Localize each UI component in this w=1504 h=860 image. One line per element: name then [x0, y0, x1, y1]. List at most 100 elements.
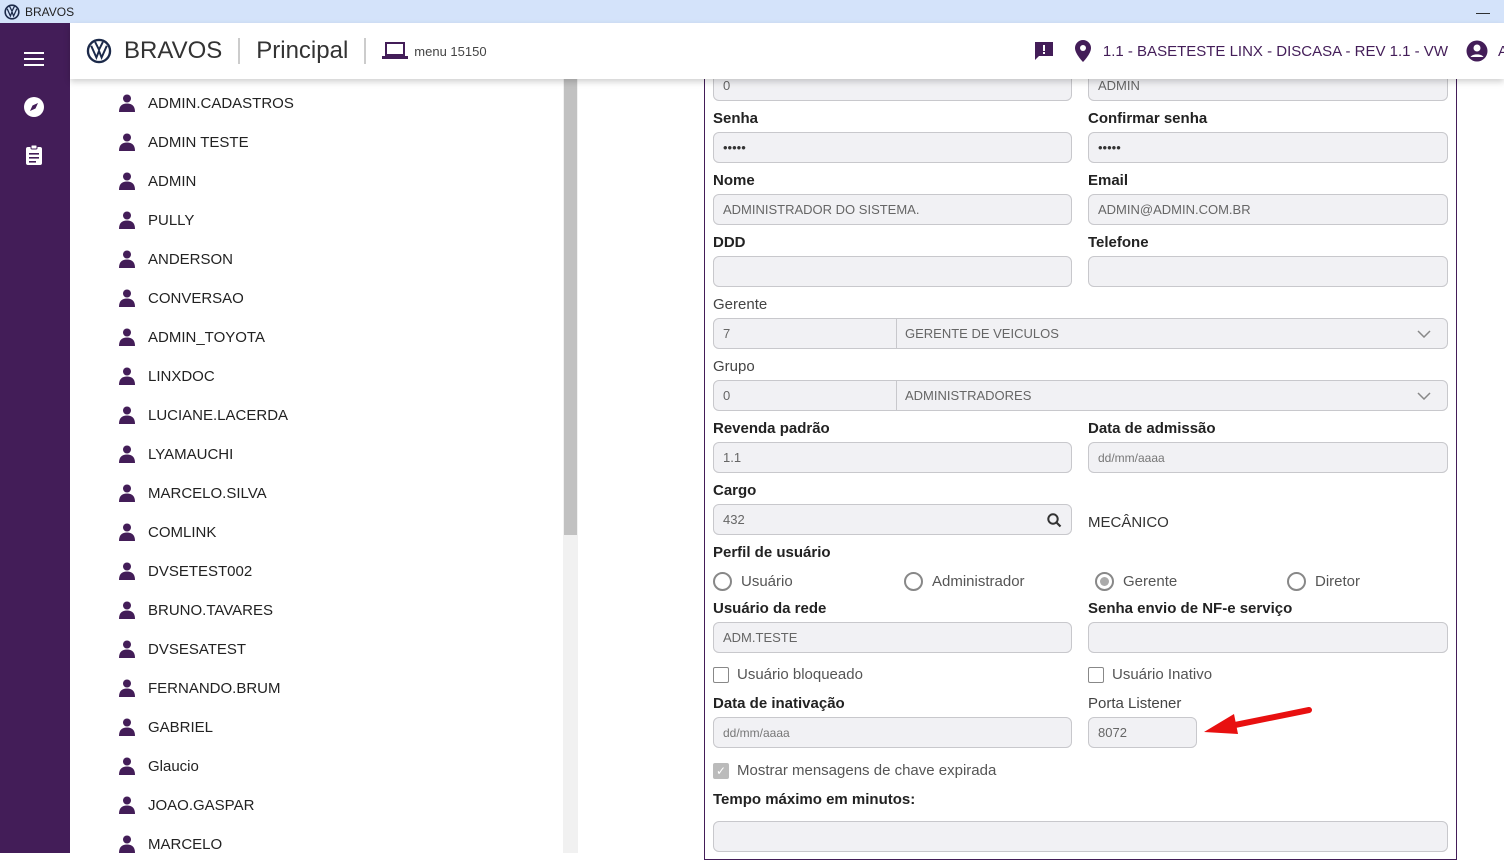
app-header: BRAVOS Principal menu 15150 1.1 - BASETE… — [70, 23, 1504, 79]
search-icon[interactable] — [1047, 513, 1062, 528]
user-account-icon[interactable] — [1466, 40, 1488, 62]
page-title: Principal — [256, 37, 349, 64]
tempo-label: Tempo máximo em minutos: — [713, 791, 916, 808]
perfil-radio-administrador[interactable]: Administrador — [904, 572, 1025, 591]
gerente-select[interactable]: 7 GERENTE DE VEICULOS — [713, 318, 1448, 349]
senha-nfe-label: Senha envio de NF-e serviço — [1088, 600, 1293, 617]
user-icon — [119, 796, 135, 814]
user-list-item[interactable]: BRUNO.TAVARES — [118, 598, 273, 622]
location-pin-icon — [1074, 40, 1091, 62]
store-location[interactable]: 1.1 - BASETESTE LINX - DISCASA - REV 1.1… — [1103, 43, 1448, 60]
user-icon — [119, 250, 135, 268]
feedback-icon[interactable] — [1033, 40, 1055, 62]
user-list-item[interactable]: ANDERSON — [118, 247, 233, 271]
email-label: Email — [1088, 172, 1129, 189]
user-name: MARCELO.SILVA — [148, 484, 267, 502]
user-list-item[interactable]: MARCELO.SILVA — [118, 481, 267, 505]
porta-label: Porta Listener — [1088, 695, 1182, 712]
user-name: MARCELO — [148, 835, 223, 853]
user-list-item[interactable]: DVSETEST002 — [118, 559, 252, 583]
nome-input[interactable]: ADMINISTRADOR DO SISTEMA. — [713, 194, 1072, 225]
brand-name: BRAVOS — [124, 37, 223, 64]
user-name: ADMIN — [148, 172, 197, 190]
chevron-down-icon[interactable] — [1417, 327, 1447, 341]
inativacao-date-input[interactable]: dd/mm/aaaa — [713, 717, 1072, 748]
perfil-radio-diretor[interactable]: Diretor — [1287, 572, 1360, 591]
minimize-button[interactable]: — — [1476, 4, 1490, 20]
ddd-input[interactable] — [713, 256, 1072, 287]
user-name[interactable]: A — [1498, 43, 1504, 60]
user-list-item[interactable]: ADMIN — [118, 169, 196, 193]
grupo-code[interactable]: 0 — [714, 381, 897, 410]
user-icon — [119, 289, 135, 307]
user-name: CONVERSAO — [148, 289, 244, 307]
chevron-down-icon[interactable] — [1417, 389, 1447, 403]
admissao-date-input[interactable]: dd/mm/aaaa — [1088, 442, 1448, 473]
user-list-item[interactable]: ADMIN.CADASTROS — [118, 91, 294, 115]
scrollbar-thumb[interactable] — [564, 79, 577, 535]
user-icon — [119, 679, 135, 697]
user-list-item[interactable]: ADMIN_TOYOTA — [118, 325, 265, 349]
perfil-radio-gerente[interactable]: Gerente — [1095, 572, 1177, 591]
user-list-item[interactable]: CONVERSAO — [118, 286, 244, 310]
user-list-item[interactable]: PULLY — [118, 208, 194, 232]
user-list-item[interactable]: LINXDOC — [118, 364, 215, 388]
user-icon — [119, 484, 135, 502]
grupo-select[interactable]: 0 ADMINISTRADORES — [713, 380, 1448, 411]
user-list-item[interactable]: GABRIEL — [118, 715, 213, 739]
usuario-rede-label: Usuário da rede — [713, 600, 827, 617]
perfil-label: Perfil de usuário — [713, 544, 831, 561]
senha-input[interactable]: ••••• — [713, 132, 1072, 163]
user-name: LUCIANE.LACERDA — [148, 406, 289, 424]
user-name: ANDERSON — [148, 250, 234, 268]
user-list-item[interactable]: LUCIANE.LACERDA — [118, 403, 288, 427]
user-list-item[interactable]: COMLINK — [118, 520, 216, 544]
perfil-radio-usuario[interactable]: Usuário — [713, 572, 793, 591]
user-list-item[interactable]: MARCELO — [118, 832, 222, 853]
user-list-item[interactable]: FERNANDO.BRUM — [118, 676, 281, 700]
user-icon — [119, 757, 135, 775]
senha-nfe-input[interactable] — [1088, 622, 1448, 653]
divider — [364, 38, 367, 64]
inativacao-label: Data de inativação — [713, 695, 845, 712]
user-name: DVSETEST002 — [148, 562, 253, 580]
user-name: GABRIEL — [148, 718, 214, 736]
user-name: LYAMAUCHI — [148, 445, 234, 463]
email-input[interactable]: ADMIN@ADMIN.COM.BR — [1088, 194, 1448, 225]
gerente-code[interactable]: 7 — [714, 319, 897, 348]
revenda-label: Revenda padrão — [713, 420, 830, 437]
usuario-rede-input[interactable]: ADM.TESTE — [713, 622, 1072, 653]
compass-icon[interactable] — [22, 95, 46, 119]
tempo-input[interactable] — [713, 821, 1448, 852]
user-list-item[interactable]: DVSESATEST — [118, 637, 246, 661]
user-list-item[interactable]: JOAO.GASPAR — [118, 793, 254, 817]
user-list-item[interactable]: ADMIN TESTE — [118, 130, 249, 154]
user-icon — [119, 601, 135, 619]
laptop-icon — [382, 42, 409, 59]
user-list-item[interactable]: LYAMAUCHI — [118, 442, 233, 466]
hamburger-menu-icon[interactable] — [22, 47, 46, 71]
user-name: DVSESATEST — [148, 640, 247, 658]
mostrar-mensagens-checkbox[interactable]: ✓ Mostrar mensagens de chave expirada — [713, 762, 996, 779]
clipboard-icon[interactable] — [22, 143, 46, 167]
cargo-description: MECÂNICO — [1088, 514, 1169, 531]
confirmar-senha-input[interactable]: ••••• — [1088, 132, 1448, 163]
usuario-bloqueado-checkbox[interactable]: Usuário bloqueado — [713, 666, 863, 683]
usuario-inativo-checkbox[interactable]: Usuário Inativo — [1088, 666, 1212, 683]
grupo-value: ADMINISTRADORES — [905, 388, 1032, 403]
user-icon — [119, 835, 135, 853]
user-list-item[interactable]: Glaucio — [118, 754, 199, 778]
annotation-arrow-icon — [1204, 707, 1312, 734]
user-icon — [119, 718, 135, 736]
divider — [238, 38, 241, 64]
telefone-input[interactable] — [1088, 256, 1448, 287]
window-title: BRAVOS — [25, 4, 75, 19]
user-icon — [119, 211, 135, 229]
user-icon — [119, 640, 135, 658]
confirmar-senha-label: Confirmar senha — [1088, 110, 1208, 127]
user-list-scrollbar[interactable] — [563, 79, 578, 853]
user-name: BRUNO.TAVARES — [148, 601, 274, 619]
cargo-input[interactable]: 432 — [713, 504, 1072, 535]
revenda-input[interactable]: 1.1 — [713, 442, 1072, 473]
porta-listener-input[interactable]: 8072 — [1088, 717, 1197, 748]
